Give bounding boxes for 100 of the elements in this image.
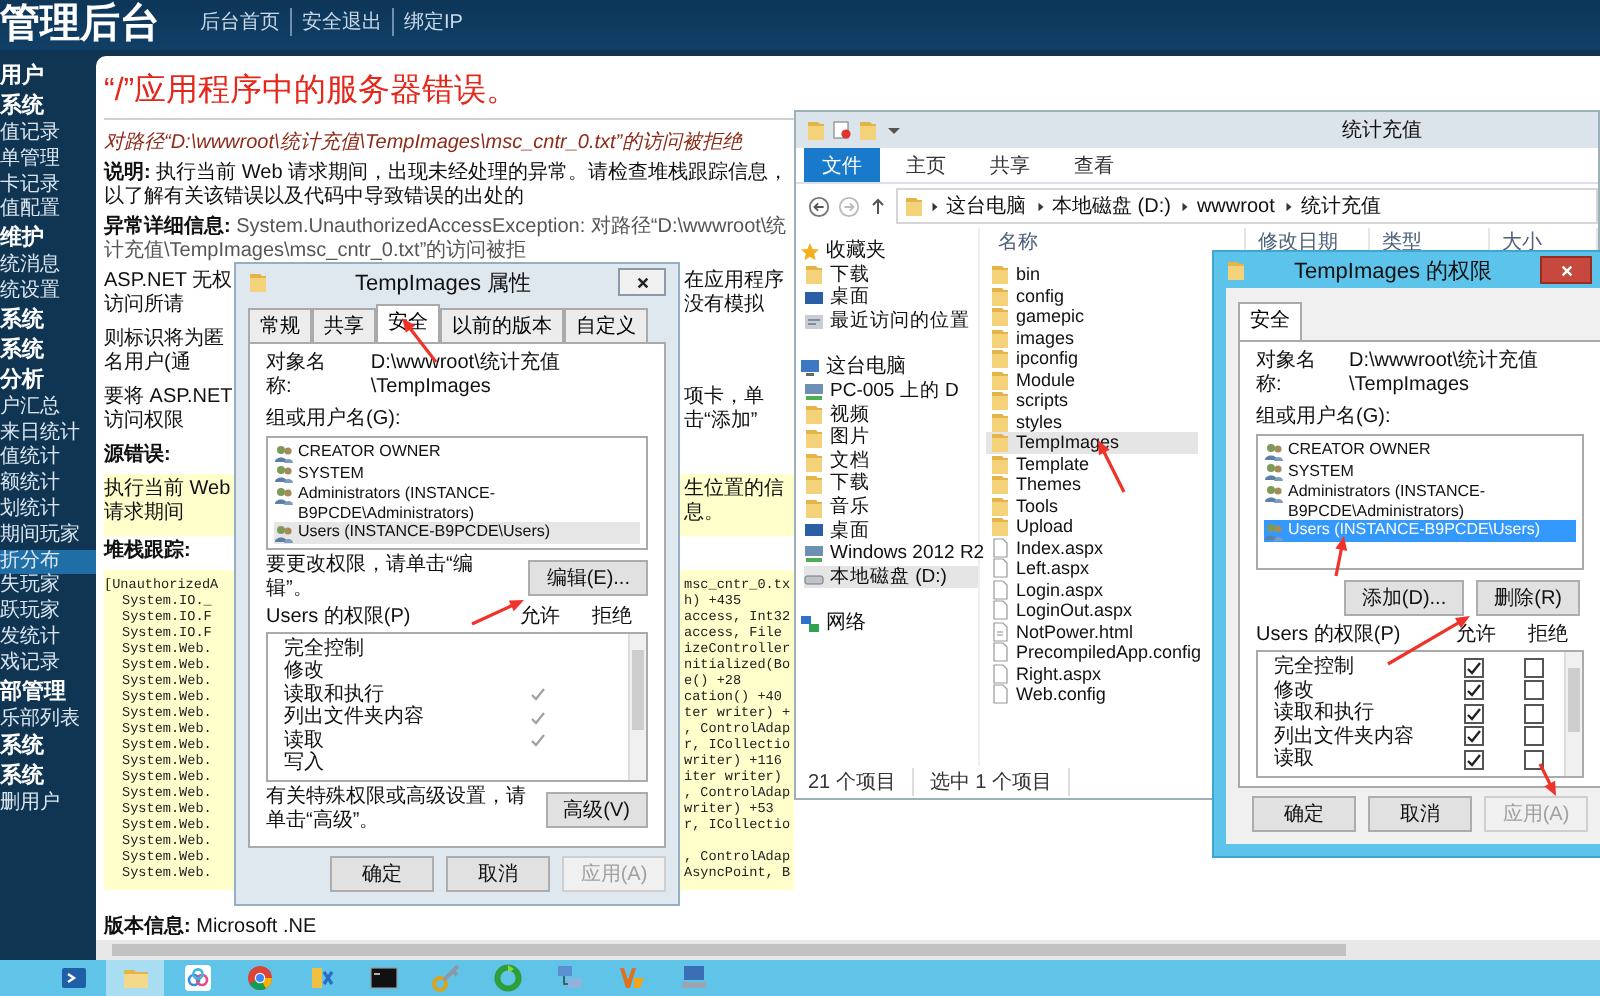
nav-item[interactable]: 最近访问的位置 [804,309,978,333]
sidebar-item[interactable]: 跃玩家 [0,600,96,626]
sidebar-item[interactable]: 发统计 [0,625,96,652]
sidebar-item[interactable]: 单管理 [0,147,96,174]
breadcrumb-item[interactable]: 本地磁盘 (D:) [1052,192,1175,220]
file-row[interactable]: Left.aspx [986,558,1198,579]
nav-item[interactable]: 下载 [804,263,978,287]
sidebar-item[interactable]: 户汇总 [0,395,96,422]
dialog-button[interactable]: 取消 [1368,795,1472,831]
ribbon-tab[interactable]: 查看 [1056,148,1132,182]
ribbon-tab[interactable]: 共享 [972,148,1048,182]
sidebar-item[interactable]: 系统 [0,335,96,366]
checkbox[interactable] [1524,703,1544,724]
remove-button[interactable]: 删除(R) [1476,580,1580,616]
sidebar-item[interactable]: 折分布 [0,549,96,575]
nav-item[interactable]: 网络 [800,612,978,636]
file-row[interactable]: NotPower.html [986,621,1198,642]
sidebar-item[interactable]: 额统计 [0,472,96,498]
file-row[interactable]: TempImages [986,432,1198,453]
file-row[interactable]: Module [986,369,1198,390]
sidebar-item[interactable]: 戏记录 [0,651,96,678]
tab[interactable]: 常规 [248,308,312,342]
tab[interactable]: 自定义 [564,308,648,342]
ribbon-tab[interactable]: 主页 [888,148,964,182]
nav-item[interactable]: 视频 [804,403,978,427]
back-icon[interactable] [808,195,830,217]
file-row[interactable]: Themes [986,474,1198,495]
header-link[interactable]: 绑定IP [392,8,473,36]
nav-item[interactable]: 音乐 [804,495,978,520]
breadcrumb-item[interactable]: 统计充值 [1300,192,1385,220]
checkbox[interactable] [1464,726,1484,747]
sidebar-item[interactable]: 系统 [0,762,96,793]
header-link[interactable]: 安全退出 [290,8,392,36]
checkbox[interactable] [1464,680,1484,701]
sidebar-item[interactable]: 维护 [0,224,96,255]
sidebar-item[interactable]: 分析 [0,365,96,396]
nav-item[interactable]: PC-005 上的 D [804,379,978,404]
dialog-button[interactable]: 确定 [1252,795,1356,831]
sidebar-item[interactable]: 系统 [0,92,96,122]
up-arrow-icon[interactable] [868,196,888,216]
nav-item[interactable]: 本地磁盘 (D:) [804,565,978,589]
file-row[interactable]: bin [986,264,1198,285]
nav-item[interactable]: 桌面 [804,286,978,310]
breadcrumb-item[interactable]: 这台电脑 [946,192,1030,220]
sidebar-item[interactable]: 系统 [0,305,96,336]
file-row[interactable]: images [986,327,1198,348]
file-row[interactable]: styles [986,411,1198,432]
file-row[interactable]: PrecompiledApp.config [986,642,1198,663]
tab[interactable]: 以前的版本 [440,308,564,342]
tab[interactable]: 共享 [312,308,376,342]
file-row[interactable]: Index.aspx [986,537,1198,558]
scrollbar[interactable] [628,633,646,780]
checkbox[interactable] [1464,749,1484,770]
file-row[interactable]: scripts [986,390,1198,411]
checkbox[interactable] [1524,726,1544,747]
file-row[interactable]: config [986,285,1198,306]
checkbox[interactable] [1524,680,1544,701]
scrollbar[interactable] [96,940,1600,960]
file-row[interactable]: Tools [986,495,1198,516]
edit-button[interactable]: 编辑(E)... [528,559,648,596]
sidebar-item[interactable]: 值记录 [0,122,96,148]
sidebar-item[interactable]: 划统计 [0,497,96,524]
file-row[interactable]: Right.aspx [986,663,1198,684]
user-list-item[interactable]: CREATOR OWNER [1264,440,1576,461]
close-button[interactable] [618,268,666,296]
nav-item[interactable]: 这台电脑 [800,356,978,380]
nav-item[interactable]: Windows 2012 R2 [804,542,978,566]
tab[interactable]: 安全 [1238,302,1302,340]
sidebar-item[interactable]: 用户 [0,62,96,92]
sidebar-item[interactable]: 期间玩家 [0,523,96,550]
advanced-button[interactable]: 高级(V) [545,791,648,828]
sidebar-item[interactable]: 系统 [0,732,96,763]
nav-item[interactable]: 下载 [804,472,978,496]
file-row[interactable]: LoginOut.aspx [986,600,1198,621]
sidebar-item[interactable]: 统消息 [0,254,96,280]
file-row[interactable]: Web.config [986,684,1198,705]
sidebar-item[interactable]: 值配置 [0,198,96,225]
file-row[interactable]: Login.aspx [986,579,1198,600]
nav-item[interactable]: 桌面 [804,519,978,543]
file-row[interactable]: ipconfig [986,348,1198,369]
address-bar[interactable]: 这台电脑 本地磁盘 (D:) wwwroot 统计充值 [896,188,1598,224]
file-row[interactable]: gamepic [986,306,1198,327]
sidebar-item[interactable]: 删用户 [0,792,96,819]
file-row[interactable]: Upload [986,516,1198,537]
close-button[interactable] [1540,256,1592,284]
sidebar-item[interactable]: 卡记录 [0,173,96,199]
nav-item[interactable]: 文档 [804,449,978,473]
sidebar-item[interactable]: 统设置 [0,279,96,306]
nav-item[interactable]: 图片 [804,426,978,450]
header-link[interactable]: 后台首页 [196,8,290,36]
sidebar-item[interactable]: 值统计 [0,446,96,473]
user-list-item[interactable]: Administrators (INSTANCE-B9PCDE\Administrators) [274,484,640,523]
user-list-item[interactable]: CREATOR OWNER [274,442,640,463]
user-list-item[interactable]: SYSTEM [274,463,640,484]
checkbox[interactable] [1464,657,1484,678]
user-list-item[interactable]: Users (INSTANCE-B9PCDE\Users) [274,522,640,544]
checkbox[interactable] [1464,703,1484,724]
user-list-item[interactable]: SYSTEM [1264,461,1576,482]
sidebar-item[interactable]: 来日统计 [0,421,96,447]
sidebar-item[interactable]: 失玩家 [0,574,96,601]
